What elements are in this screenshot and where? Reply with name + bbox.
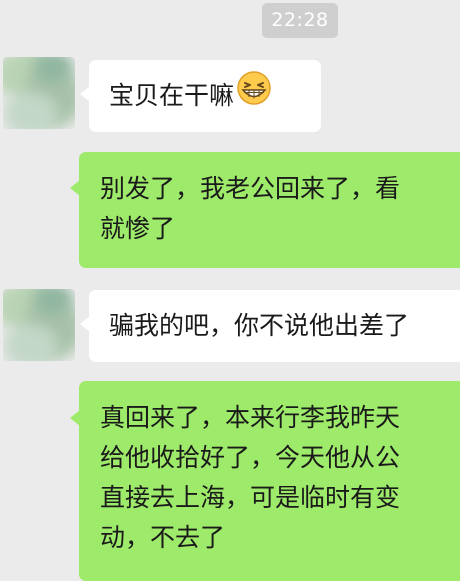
message-bubble-incoming[interactable]: 骗我的吧，你不说他出差了 (89, 290, 460, 362)
message-text: 宝贝在干嘛 (109, 81, 235, 110)
message-bubble-outgoing[interactable]: 真回来了，本来行李我昨天 给他收拾好了，今天他从公 直接去上海，可是临时有变 动… (79, 381, 460, 581)
message-bubble-outgoing[interactable]: 别发了，我老公回来了，看 就惨了 (79, 152, 460, 268)
message-text-line: 给他收拾好了，今天他从公 (100, 443, 401, 472)
message-text-line: 直接去上海，可是临时有变 (100, 483, 401, 512)
message-text: 骗我的吧，你不说他出差了 (109, 311, 410, 340)
message-text-line: 就惨了 (100, 214, 176, 243)
avatar-contact[interactable] (3, 289, 75, 361)
message-text-line: 别发了，我老公回来了，看 (100, 174, 401, 203)
avatar-contact[interactable] (3, 57, 75, 129)
message-text-line: 真回来了，本来行李我昨天 (100, 403, 401, 432)
grinning-face-icon (236, 70, 272, 118)
message-text-line: 动，不去了 (100, 523, 226, 552)
timestamp: 22:28 (262, 3, 338, 38)
message-bubble-incoming[interactable]: 宝贝在干嘛 (89, 60, 321, 132)
